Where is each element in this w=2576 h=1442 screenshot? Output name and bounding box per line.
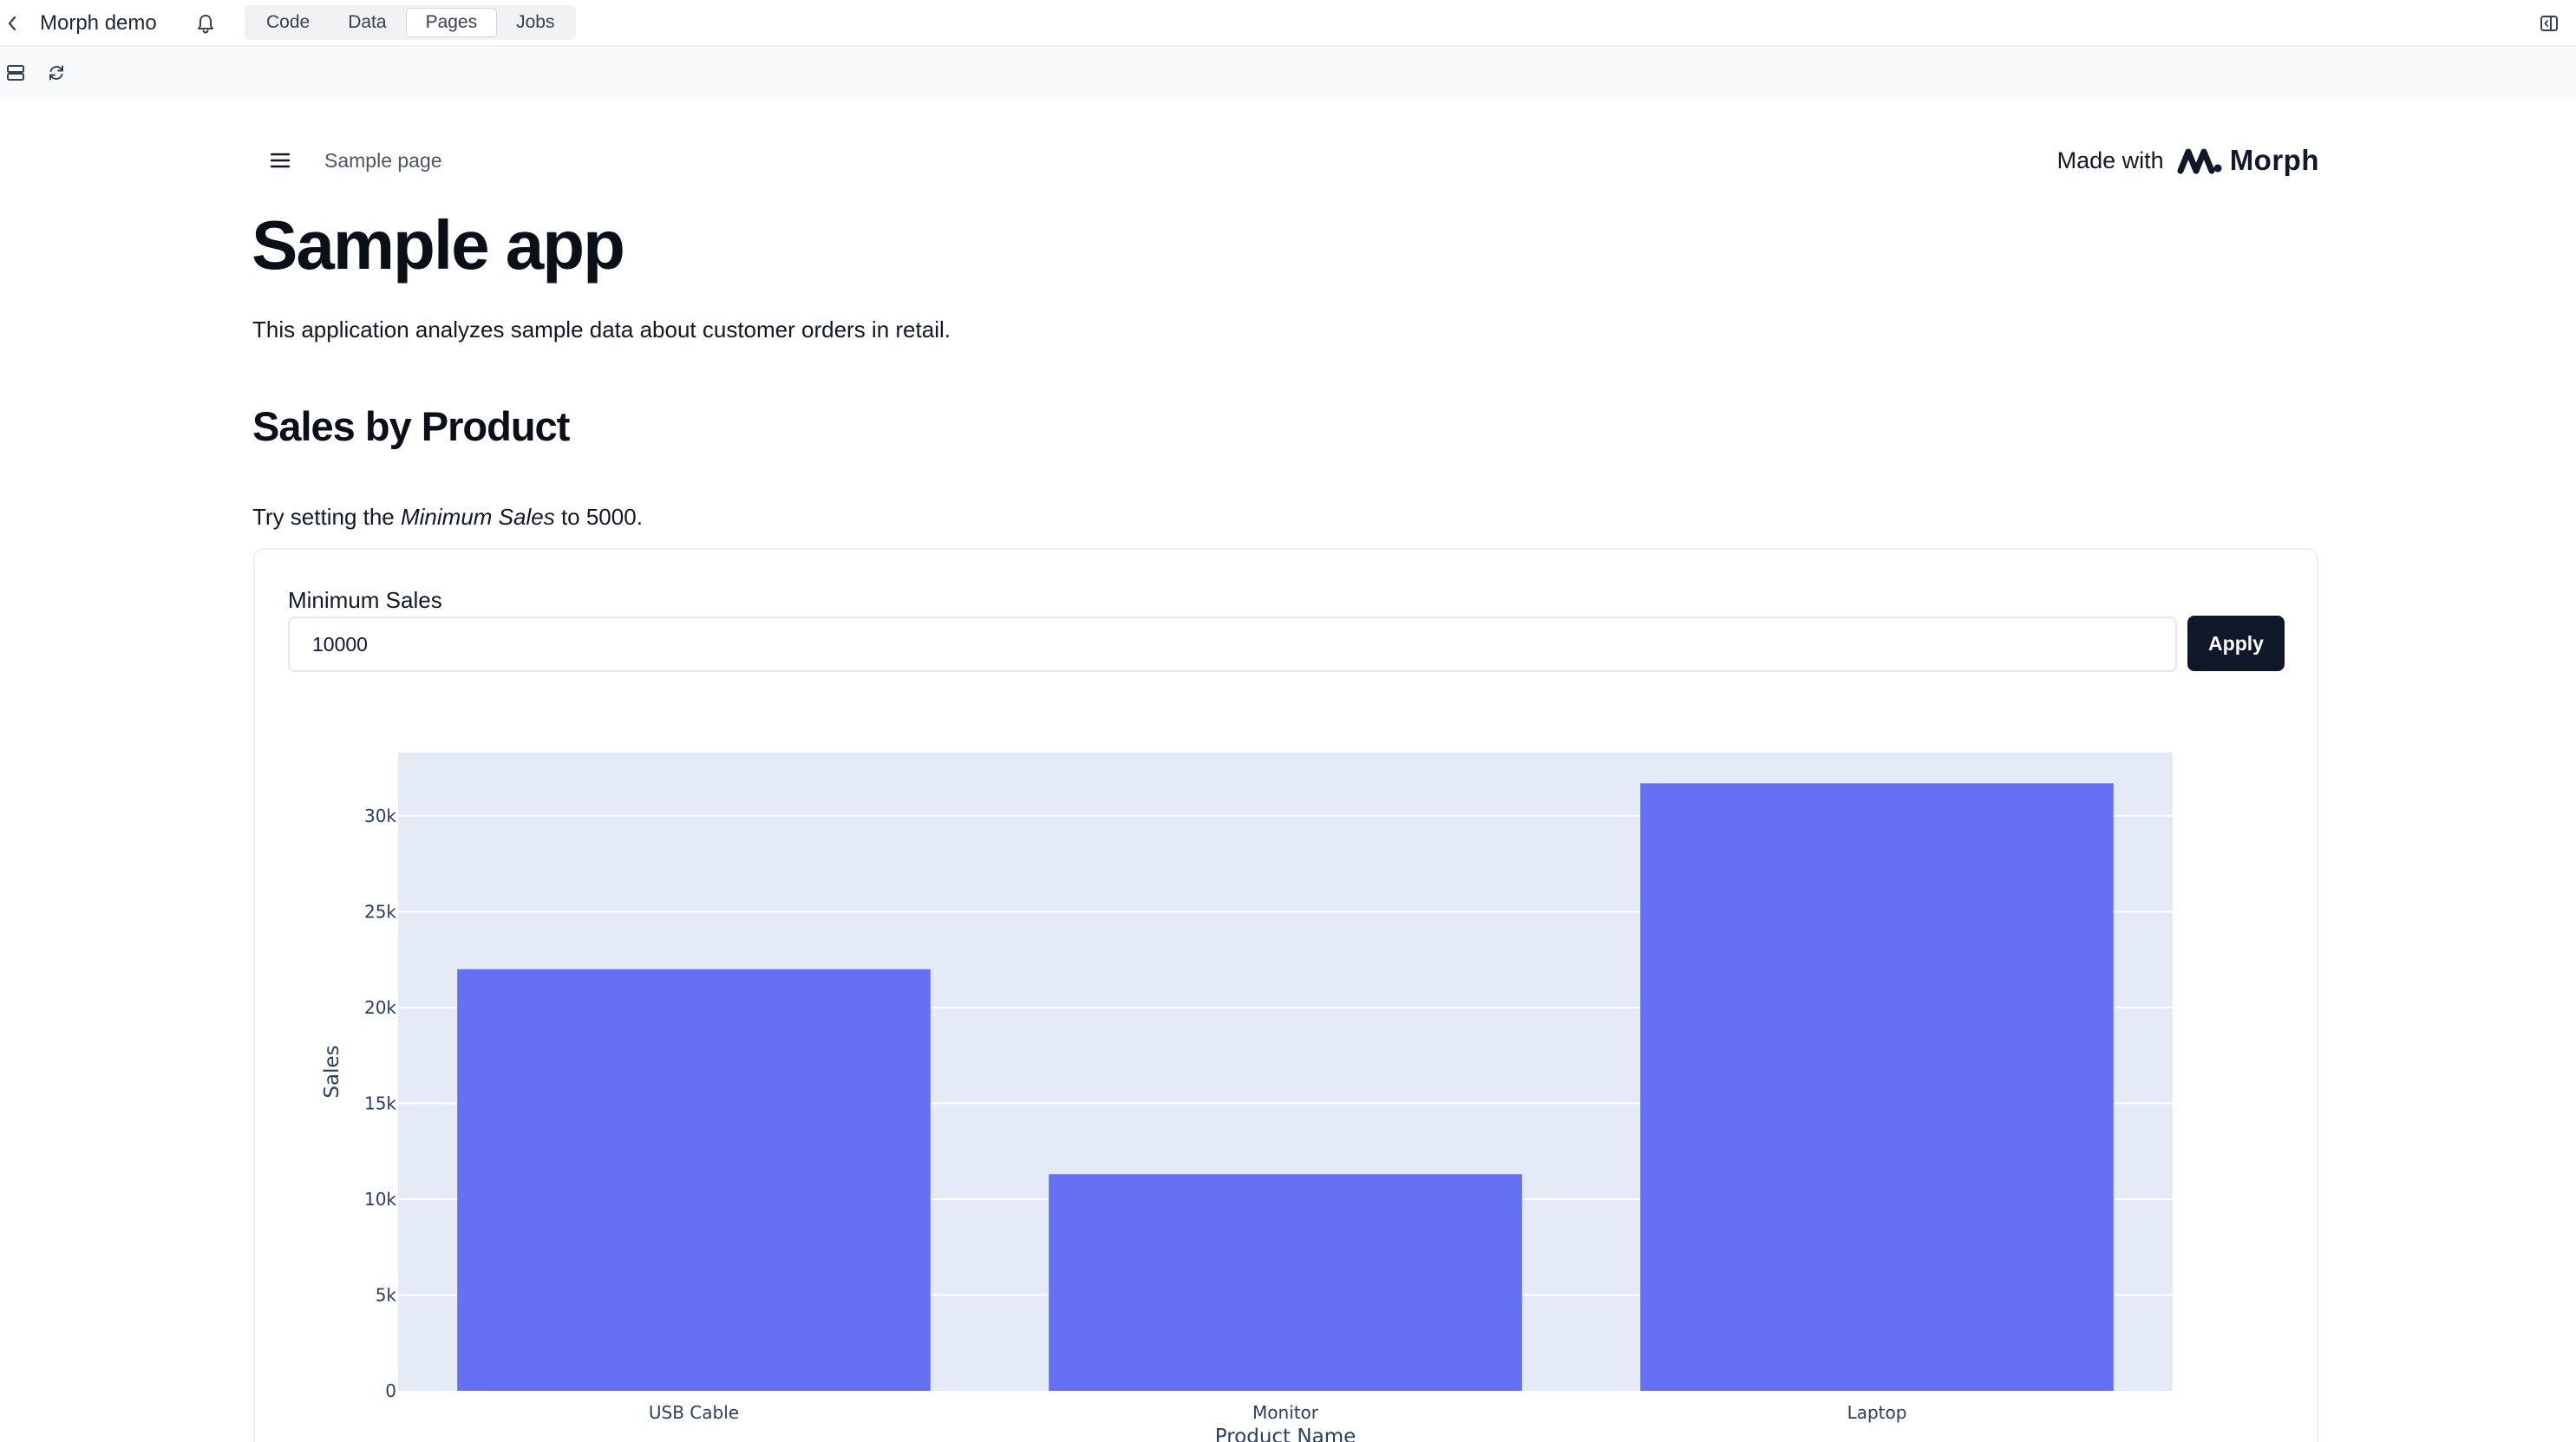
layout-icon[interactable] <box>3 60 29 86</box>
made-with-label: Made with <box>2056 147 2164 173</box>
apply-button[interactable]: Apply <box>2187 616 2285 671</box>
morph-brand: Morph <box>2176 144 2319 177</box>
top-bar: Morph demo Code Data Pages Jobs <box>0 0 2576 47</box>
made-with-badge[interactable]: Made with Morph <box>2057 140 2319 180</box>
page-title: Sample app <box>252 206 625 284</box>
tab-code[interactable]: Code <box>247 8 329 37</box>
tab-data[interactable]: Data <box>329 8 405 37</box>
intro-text: This application analyzes sample data ab… <box>252 316 951 343</box>
hint-suffix: to 5000. <box>554 504 643 530</box>
min-sales-label: Minimum Sales <box>288 587 442 613</box>
min-sales-input[interactable] <box>288 617 2177 672</box>
hint-prefix: Try setting the <box>252 504 401 530</box>
morph-logo-icon <box>2177 148 2222 174</box>
tab-strip: Code Data Pages Jobs <box>245 5 577 40</box>
breadcrumb: Sample page <box>324 149 442 172</box>
toolbar <box>0 49 2576 97</box>
brand-name: Morph <box>2229 144 2319 176</box>
panel-toggle-icon[interactable] <box>2536 10 2562 36</box>
hint-emphasis: Minimum Sales <box>401 504 555 530</box>
tab-jobs[interactable]: Jobs <box>497 8 573 37</box>
section-title: Sales by Product <box>252 403 570 449</box>
refresh-icon[interactable] <box>43 60 69 86</box>
tab-pages[interactable]: Pages <box>405 8 498 37</box>
hint-text: Try setting the Minimum Sales to 5000. <box>252 499 643 534</box>
chart-card: Minimum Sales Apply <box>253 548 2318 1442</box>
bell-icon[interactable] <box>193 10 219 36</box>
hamburger-menu-icon[interactable] <box>265 146 295 175</box>
chevron-left-icon[interactable] <box>0 9 24 38</box>
app-title: Morph demo <box>40 11 157 35</box>
